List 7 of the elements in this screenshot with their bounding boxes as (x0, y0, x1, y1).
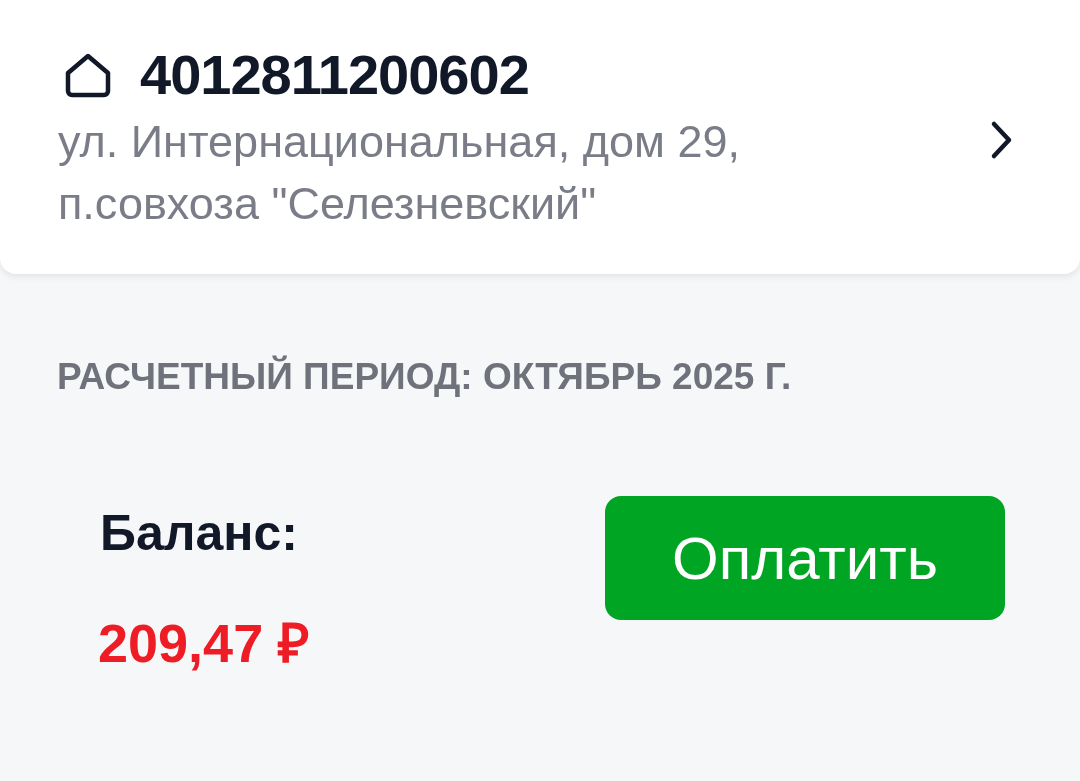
chevron-right-icon (990, 120, 1014, 160)
billing-period-label: РАСЧЕТНЫЙ ПЕРИОД: ОКТЯБРЬ 2025 Г. (57, 356, 793, 398)
address-text: ул. Интернациональная, дом 29, п.совхоза "Селезневский" (58, 115, 742, 231)
balance-amount: 209,47 ₽ (98, 612, 310, 675)
account-number: 4012811200602 (140, 42, 529, 107)
balance-label: Баланс: (100, 504, 299, 562)
account-card[interactable]: 4012811200602 ул. Интернациональная, дом 29, п.совхоза "Селезневский" (0, 0, 1080, 274)
